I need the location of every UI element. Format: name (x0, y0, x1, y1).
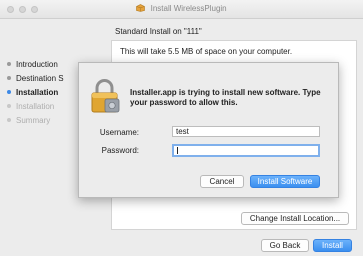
package-icon (136, 4, 146, 12)
password-field[interactable] (172, 144, 320, 157)
step-dot-icon (7, 76, 11, 80)
cancel-button[interactable]: Cancel (200, 175, 244, 188)
step-dot-icon (7, 62, 11, 66)
step-dot-icon (7, 90, 11, 94)
dialog-message: Installer.app is trying to install new s… (130, 88, 321, 107)
window-title: Install WirelessPlugin (0, 4, 363, 13)
window-title-text: Install WirelessPlugin (150, 4, 227, 13)
installer-window: Install WirelessPlugin Standard Install … (0, 0, 363, 256)
step-dot-icon (7, 118, 11, 122)
change-install-location-button[interactable]: Change Install Location... (241, 212, 349, 225)
step-summary: Summary (7, 116, 50, 128)
password-dialog: Installer.app is trying to install new s… (78, 62, 339, 198)
lock-icon (91, 79, 120, 113)
step-installation-type: Installation (7, 88, 58, 100)
title-bar: Install WirelessPlugin (0, 0, 363, 19)
install-button[interactable]: Install (313, 239, 352, 252)
install-software-button[interactable]: Install Software (250, 175, 320, 188)
go-back-button[interactable]: Go Back (261, 239, 309, 252)
step-installation: Installation (7, 102, 54, 114)
step-dot-icon (7, 104, 11, 108)
text-caret (177, 147, 178, 154)
password-label: Password: (101, 146, 139, 155)
space-required-text: This will take 5.5 MB of space on your c… (120, 47, 293, 56)
username-field[interactable] (172, 126, 320, 137)
step-introduction: Introduction (7, 60, 58, 72)
username-label: Username: (99, 128, 139, 137)
step-destination: Destination S (7, 74, 64, 86)
section-heading: Standard Install on "111" (115, 27, 202, 36)
